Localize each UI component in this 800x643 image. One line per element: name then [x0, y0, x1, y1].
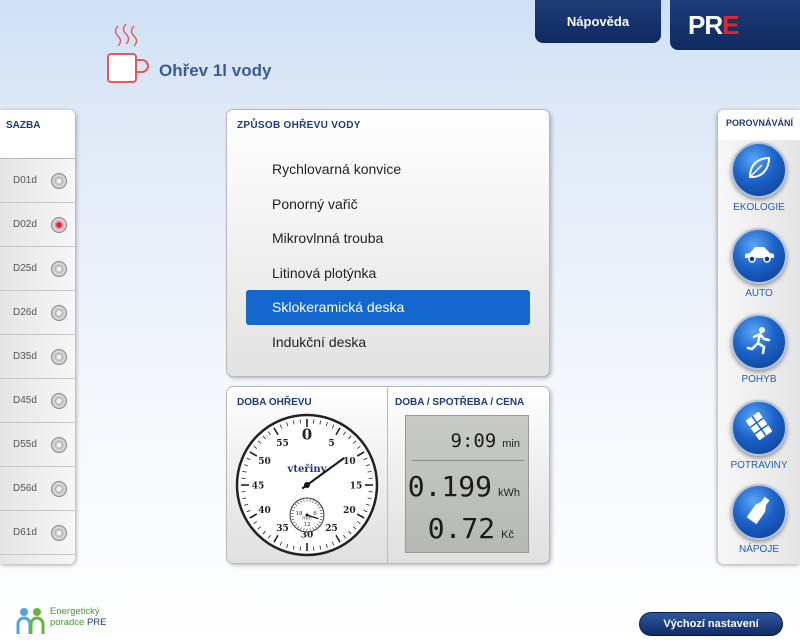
dial-second-number: 55	[276, 439, 289, 449]
help-button[interactable]: Nápověda	[535, 0, 661, 43]
chocolate-icon	[744, 411, 774, 446]
energy-unit: kWh	[498, 487, 520, 499]
method-item[interactable]: Sklokeramická deska	[246, 290, 530, 325]
comparison-label: NÁPOJE	[738, 544, 779, 555]
tariff-item[interactable]: D25d	[0, 247, 75, 291]
tariff-label: D26d	[13, 307, 37, 318]
dial-center	[304, 482, 310, 488]
tariff-label: D01d	[13, 175, 37, 186]
tariff-item[interactable]: D02d	[0, 203, 75, 247]
panel-divider	[387, 387, 388, 563]
tariff-item[interactable]: D45d	[0, 379, 75, 423]
people-logo-icon	[16, 608, 45, 634]
comparison-label: EKOLOGIE	[733, 202, 785, 213]
comparison-button[interactable]	[731, 314, 787, 370]
tariff-radio[interactable]	[51, 348, 67, 365]
method-item[interactable]: Rychlovarná konvice	[246, 152, 530, 187]
result-panel: DOBA OHŘEVU DOBA / SPOTŘEBA / CENA 0 5 10 1…	[227, 387, 549, 563]
comparison-item[interactable]: POHYB	[718, 314, 800, 385]
brand-line-1: Energetický	[50, 606, 100, 617]
comparison-item[interactable]: POTRAVINY	[718, 400, 800, 471]
comparison-heading: POROVNÁVÁNÍ	[718, 110, 800, 140]
lcd-separator	[412, 460, 524, 461]
tariff-radio[interactable]	[51, 216, 67, 233]
tariff-radio[interactable]	[51, 436, 67, 453]
bottle-icon	[744, 495, 774, 530]
page-title: Ohřev 1l vody	[159, 61, 272, 80]
comparison-button[interactable]	[731, 228, 787, 284]
car-icon	[742, 242, 776, 271]
running-person-icon	[745, 325, 773, 360]
tariff-label: D35d	[13, 351, 37, 362]
tariff-radio[interactable]	[51, 392, 67, 409]
lcd-display: 9:09 min 0.199 kWh 0.72 Kč	[405, 415, 529, 553]
price-value: 0.72	[427, 512, 496, 545]
tariff-label: D25d	[13, 263, 37, 274]
brand-line-2-pre: PRE	[86, 617, 107, 628]
method-item[interactable]: Ponorný vařič	[246, 187, 530, 222]
tariff-radio[interactable]	[51, 172, 67, 189]
tariff-radio[interactable]	[51, 304, 67, 321]
logo-e-text: E	[722, 10, 739, 40]
comparison-label: POHYB	[741, 374, 777, 385]
tariff-heading: SAZBA	[0, 110, 75, 159]
method-item[interactable]: Mikrovlnná trouba	[246, 221, 530, 256]
dial-second-number: 25	[325, 524, 338, 534]
brand-line-2: poradce	[50, 617, 85, 628]
subdial-number: 12	[304, 522, 311, 528]
time-unit: min	[502, 438, 520, 450]
tariff-item[interactable]: D35d	[0, 335, 75, 379]
subdial-center	[305, 513, 309, 517]
readout-heading: DOBA / SPOTŘEBA / CENA	[395, 397, 525, 408]
subdial-number: 6	[313, 511, 317, 517]
comparison-label: AUTO	[745, 288, 773, 299]
price-unit: Kč	[501, 529, 514, 541]
leaf-icon	[744, 153, 774, 188]
dial-second-number: 15	[350, 482, 363, 492]
tariff-label: D55d	[13, 439, 37, 450]
comparison-item[interactable]: EKOLOGIE	[718, 142, 800, 213]
stopwatch-dial: 0510152025303540455055vteřiny18 612min	[235, 413, 379, 557]
tariff-panel: SAZBA D01d D02d D25d D26d D35d D45d D55d D56d D6…	[0, 110, 75, 564]
dial-second-number: 0	[302, 426, 312, 444]
comparison-panel: POROVNÁVÁNÍ EKOLOGIE AUTO POHYB POTRAVINY NÁ…	[718, 110, 800, 564]
dial-second-number: 35	[276, 524, 289, 534]
duration-heading: DOBA OHŘEVU	[237, 397, 312, 408]
tariff-item[interactable]: D61d	[0, 511, 75, 555]
dial-second-number: 45	[252, 482, 265, 492]
tariff-radio[interactable]	[51, 260, 67, 277]
comparison-button[interactable]	[731, 142, 787, 198]
tariff-item[interactable]: D55d	[0, 423, 75, 467]
comparison-item[interactable]: AUTO	[718, 228, 800, 299]
logo-pr-text: PR	[688, 10, 723, 40]
energy-value: 0.199	[407, 470, 492, 503]
dial-second-number: 50	[258, 457, 271, 467]
time-value: 9:09	[450, 430, 497, 452]
comparison-button[interactable]	[731, 400, 787, 456]
reset-defaults-button[interactable]: Výchozí nastavení	[639, 612, 783, 636]
hot-cup-icon	[107, 23, 149, 83]
dial-second-number: 20	[343, 506, 356, 516]
tariff-label: D45d	[13, 395, 37, 406]
method-item[interactable]: Litinová plotýnka	[246, 256, 530, 291]
tariff-item[interactable]: D01d	[0, 159, 75, 203]
heating-method-panel: ZPŮSOB OHŘEVU VODY Rychlovarná konvice Po…	[227, 110, 549, 376]
pre-logo: PRE	[670, 0, 800, 50]
brand-logo: Energetický poradce PRE	[16, 606, 107, 634]
dial-second-number: 10	[343, 457, 356, 467]
comparison-item[interactable]: NÁPOJE	[718, 484, 800, 555]
comparison-label: POTRAVINY	[730, 460, 788, 471]
tariff-item[interactable]: D56d	[0, 467, 75, 511]
tariff-item[interactable]: D26d	[0, 291, 75, 335]
dial-second-number: 5	[328, 439, 334, 449]
comparison-button[interactable]	[731, 484, 787, 540]
tariff-radio[interactable]	[51, 480, 67, 497]
tariff-label: D56d	[13, 483, 37, 494]
method-item[interactable]: Indukční deska	[246, 325, 530, 360]
method-heading: ZPŮSOB OHŘEVU VODY	[237, 120, 361, 131]
dial-second-number: 40	[258, 506, 271, 516]
tariff-radio[interactable]	[51, 524, 67, 541]
tariff-label: D61d	[13, 527, 37, 538]
tariff-label: D02d	[13, 219, 37, 230]
